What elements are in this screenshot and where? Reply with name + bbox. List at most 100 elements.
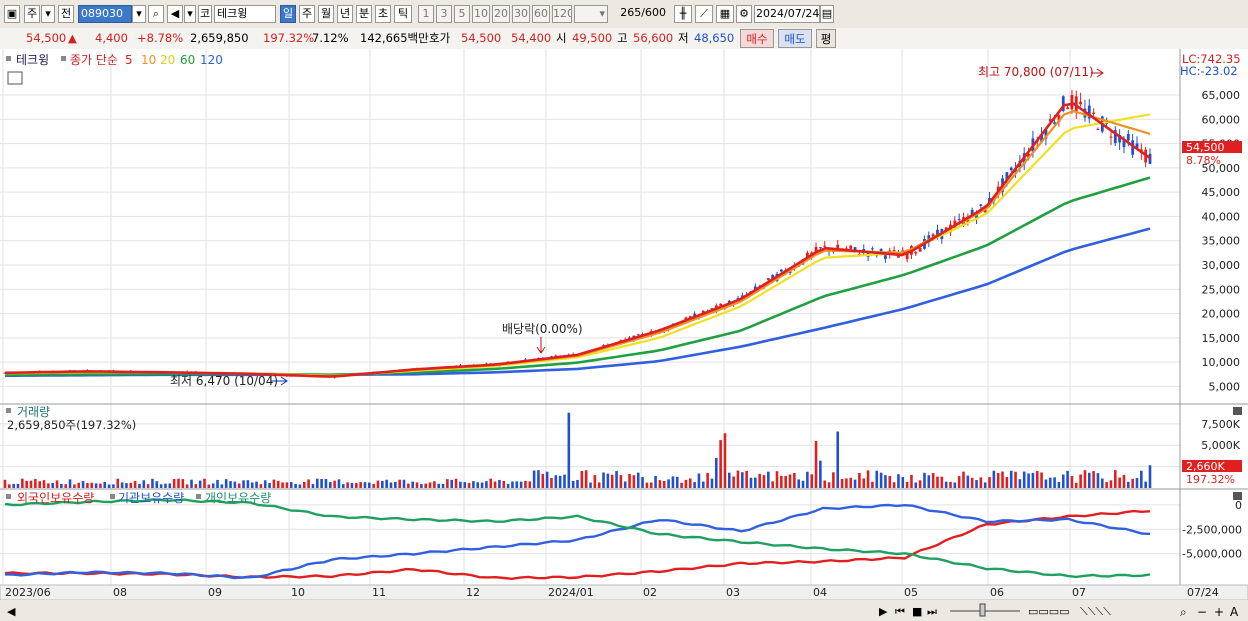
legend-ma-60: 60 — [180, 53, 195, 67]
volume-bar — [394, 481, 397, 488]
scroll-right-icon[interactable]: ▶ — [879, 605, 888, 618]
volume-bar — [563, 474, 566, 488]
stock-name-field[interactable]: 테크윙 — [214, 5, 276, 23]
volume-bar — [476, 482, 480, 488]
interval-5[interactable]: 5 — [454, 5, 470, 23]
speaker-icon[interactable]: ◀ — [167, 5, 183, 23]
tool-icon[interactable]: ▭▭▭▭ — [1028, 605, 1070, 618]
volume-bar — [537, 470, 540, 488]
volume-bar — [1070, 476, 1074, 488]
volume-bar — [875, 470, 879, 488]
volume-ratio: 197.32% — [263, 31, 315, 45]
volume-bar — [545, 471, 549, 488]
volume-bar — [246, 480, 250, 488]
volume-bar — [86, 483, 89, 488]
interval-60[interactable]: 60 — [532, 5, 550, 23]
x-tick-label: 2023/06 — [5, 586, 51, 599]
calendar-icon[interactable]: ▤ — [820, 5, 834, 23]
chevron-down-icon[interactable]: ▾ — [41, 5, 55, 23]
x-tick-label: 08 — [113, 586, 127, 599]
period-day[interactable]: 일 — [280, 5, 296, 23]
speaker-dropdown-icon[interactable]: ▾ — [184, 5, 196, 23]
volume-bar — [1127, 481, 1130, 488]
volume-value: 2,659,850주(197.32%) — [7, 418, 136, 432]
zoom-in-icon[interactable]: + — [1214, 605, 1224, 619]
period-year[interactable]: 년 — [337, 5, 353, 23]
close-icon[interactable] — [1233, 492, 1242, 500]
volume-bar — [181, 479, 185, 488]
candle-body — [914, 251, 918, 254]
period-second[interactable]: 초 — [375, 5, 391, 23]
font-size-icon[interactable]: A — [1230, 605, 1239, 619]
volume-bar — [103, 481, 107, 488]
gear-icon[interactable]: ⚙ — [736, 5, 752, 23]
period-minute[interactable]: 분 — [356, 5, 372, 23]
volume-last-label: 2,660K — [1186, 460, 1225, 473]
y-tick-label: 40,000 — [1202, 210, 1241, 223]
candle-body — [957, 218, 961, 220]
volume-bar — [719, 440, 722, 488]
volume-bar — [923, 472, 926, 488]
volume-bar — [220, 484, 224, 488]
stock-code-input[interactable]: 089030 — [78, 5, 132, 23]
candle-body — [1092, 112, 1096, 114]
low-annotation: 최저 6,470 (10/04) — [170, 374, 278, 388]
buy-button[interactable]: 매수 — [740, 29, 774, 48]
tab-prev[interactable]: 전 — [58, 5, 74, 23]
volume-bar — [207, 484, 211, 488]
zoom-search-icon[interactable]: ⌕ — [1180, 605, 1187, 619]
volume-bar — [684, 479, 688, 488]
volume-bar — [1096, 473, 1100, 488]
volume-bar — [823, 480, 827, 488]
volume-bar — [120, 482, 124, 488]
stop-icon[interactable]: ■ — [912, 605, 922, 618]
date-field[interactable]: 2024/07/24 — [754, 5, 820, 23]
last-icon[interactable]: ⏭ — [927, 605, 937, 618]
candle-body — [818, 247, 822, 249]
volume-bar — [389, 482, 393, 488]
volume-bar — [198, 480, 202, 488]
interval-30[interactable]: 30 — [512, 5, 530, 23]
volume-bar — [680, 482, 683, 488]
chart-area[interactable]: 5,000 10,000 15,000 20,000 25,000 30,000 35,00… — [0, 49, 1248, 621]
interval-20[interactable]: 20 — [492, 5, 510, 23]
period-week[interactable]: 주 — [299, 5, 315, 23]
code-dropdown-icon[interactable]: ▾ — [132, 5, 146, 23]
volume-bar — [983, 482, 987, 488]
save-icon[interactable]: ▦ — [716, 5, 734, 23]
search-icon[interactable]: ⌕ — [148, 5, 164, 23]
avg-button[interactable]: 평 — [816, 29, 836, 48]
interval-1[interactable]: 1 — [418, 5, 434, 23]
quote-bar: 54,500 ▲ 4,400 +8.78% 2,659,850 197.32% … — [0, 28, 1248, 50]
draw-tools-icon[interactable]: ⟍⟍⟍⟍ — [1080, 605, 1111, 618]
period-tick[interactable]: 틱 — [394, 5, 412, 23]
volume-bar — [584, 470, 588, 488]
candle-icon[interactable]: ╫ — [674, 5, 692, 23]
interval-10[interactable]: 10 — [472, 5, 490, 23]
volume-bar — [177, 478, 180, 488]
volume-bar — [706, 472, 709, 488]
interval-dropdown[interactable]: ▾ — [574, 5, 608, 23]
draw-line-icon[interactable]: ⟋ — [695, 5, 713, 23]
first-icon[interactable]: ⏮ — [895, 605, 905, 618]
tab-stock[interactable]: 주 — [24, 5, 40, 23]
scroll-left-icon[interactable]: ◀ — [7, 605, 16, 618]
volume-bar — [957, 476, 961, 488]
volume-bar — [38, 481, 41, 488]
calc-icon[interactable] — [7, 71, 23, 85]
price: 54,500 — [26, 31, 67, 45]
close-icon[interactable] — [1233, 407, 1242, 415]
bar-count[interactable]: 265/600 — [612, 5, 668, 23]
zoom-slider-handle[interactable] — [979, 603, 986, 617]
zoom-out-icon[interactable]: − — [1197, 605, 1207, 619]
layout-icon[interactable]: ▣ — [4, 5, 20, 23]
x-tick-label: 06 — [990, 586, 1004, 599]
interval-3[interactable]: 3 — [436, 5, 452, 23]
period-month[interactable]: 월 — [318, 5, 334, 23]
interval-120[interactable]: 120 — [552, 5, 572, 23]
volume-bar — [749, 477, 753, 488]
volume-bar — [355, 483, 358, 488]
volume-bar — [793, 472, 796, 488]
sell-button[interactable]: 매도 — [778, 29, 812, 48]
volume-bar — [129, 482, 133, 488]
